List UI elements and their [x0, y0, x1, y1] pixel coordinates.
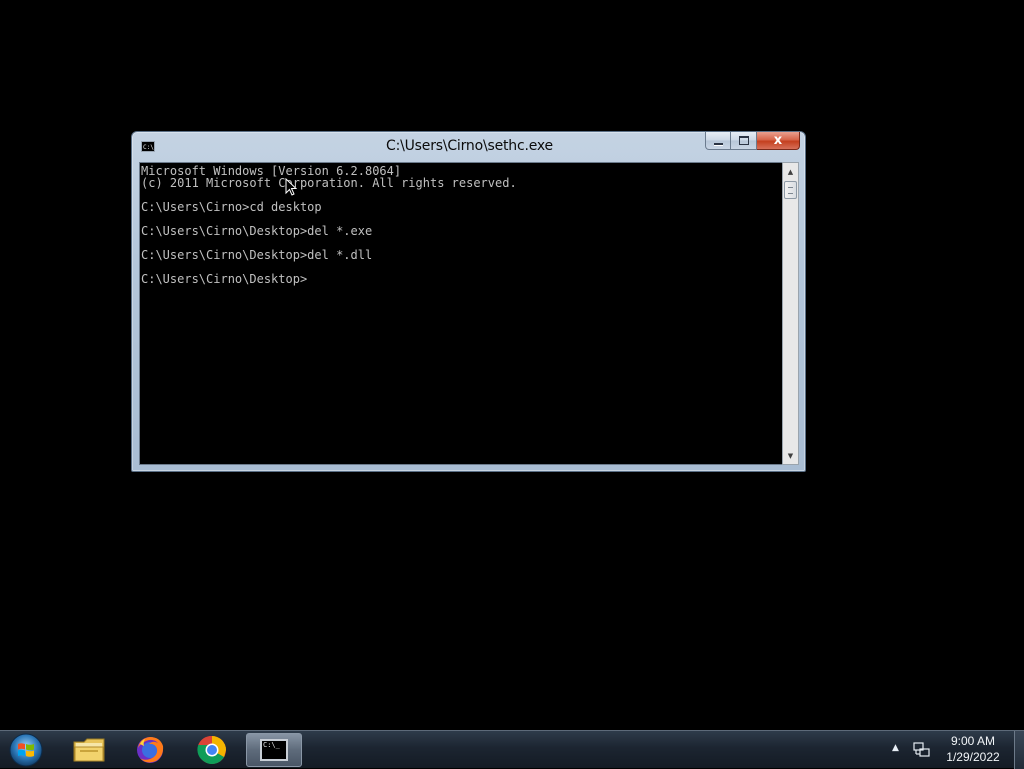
scroll-down-arrow-icon[interactable]: ▼ — [783, 447, 798, 464]
caption-buttons: x — [705, 132, 800, 151]
firefox-icon — [137, 737, 164, 763]
start-button[interactable] — [6, 733, 46, 767]
network-icon[interactable] — [913, 741, 931, 759]
vertical-scrollbar[interactable]: ▲ ▼ — [782, 162, 799, 465]
minimize-icon — [713, 142, 723, 145]
taskbar-firefox[interactable] — [122, 733, 178, 767]
console-window[interactable]: C:\. C:\Users\Cirno\sethc.exe x Microsof… — [131, 131, 806, 472]
clock-date: 1/29/2022 — [946, 750, 1000, 764]
cmd-icon: C:\_ — [260, 739, 288, 761]
minimize-button[interactable] — [705, 132, 731, 150]
console-line: C:\Users\Cirno>cd desktop — [141, 200, 322, 214]
taskbar-explorer[interactable] — [61, 733, 117, 767]
close-icon: x — [773, 133, 783, 148]
show-desktop-button[interactable] — [1014, 731, 1024, 769]
chrome-icon — [197, 735, 226, 764]
folder-icon — [73, 738, 105, 762]
console-line: C:\Users\Cirno\Desktop>del *.dll — [141, 248, 373, 262]
mouse-cursor-icon — [285, 178, 297, 196]
console-line: (c) 2011 Microsoft Corporation. All righ… — [141, 176, 517, 190]
console-output[interactable]: Microsoft Windows [Version 6.2.8064] (c) … — [139, 162, 787, 465]
show-hidden-icons-icon[interactable]: ▲ — [892, 743, 902, 755]
taskbar-chrome[interactable] — [184, 733, 240, 767]
maximize-button[interactable] — [731, 132, 757, 150]
scrollbar-thumb[interactable] — [784, 181, 797, 199]
desktop: C:\. C:\Users\Cirno\sethc.exe x Microsof… — [0, 0, 1024, 730]
console-text: Microsoft Windows [Version 6.2.8064] (c) … — [141, 165, 517, 285]
windows-logo-icon — [9, 733, 43, 767]
window-titlebar[interactable]: C:\. C:\Users\Cirno\sethc.exe x — [132, 132, 805, 162]
clock-time: 9:00 AM — [950, 734, 996, 748]
close-button[interactable]: x — [757, 132, 800, 150]
taskbar-command-prompt[interactable]: C:\_ — [246, 733, 302, 767]
maximize-icon — [738, 136, 749, 145]
console-prompt-line: C:\Users\Cirno\Desktop> — [141, 272, 308, 286]
system-clock[interactable]: 9:00 AM 1/29/2022 — [938, 733, 1008, 765]
scroll-up-arrow-icon[interactable]: ▲ — [783, 163, 798, 180]
console-line: C:\Users\Cirno\Desktop>del *.exe — [141, 224, 373, 238]
taskbar: C:\_ ▲ 9:00 AM 1/29/2022 — [0, 730, 1024, 769]
